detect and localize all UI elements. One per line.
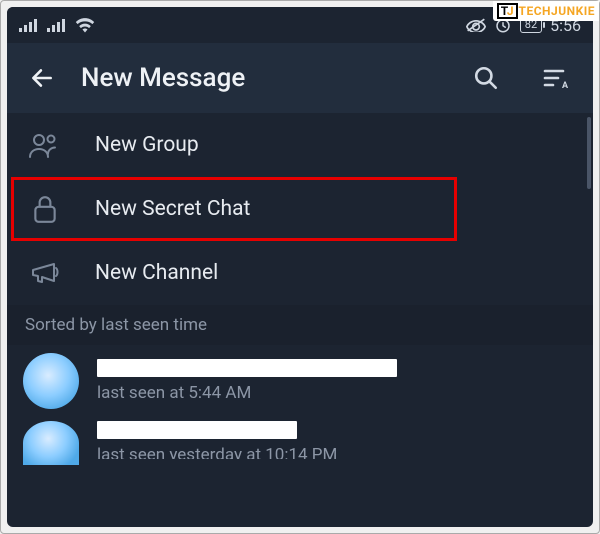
avatar: [23, 421, 79, 465]
toolbar: New Message A: [7, 43, 593, 113]
scrollbar[interactable]: [587, 117, 591, 189]
new-group-row[interactable]: New Group: [7, 113, 593, 177]
new-channel-label: New Channel: [95, 261, 218, 285]
svg-text:A: A: [562, 81, 569, 91]
signal-icon-1: [19, 18, 37, 32]
lock-icon: [25, 194, 65, 224]
new-group-label: New Group: [95, 133, 199, 157]
contact-row-1[interactable]: last seen at 5:44 AM: [7, 345, 593, 417]
search-button[interactable]: [473, 65, 499, 91]
contact-last-seen: last seen at 5:44 AM: [97, 383, 577, 403]
options-list: New Group New Secret Chat New Channel So…: [7, 113, 593, 473]
contact-name-redacted: [97, 421, 297, 439]
contact-row-2[interactable]: last seen yesterday at 10:14 PM: [7, 417, 593, 473]
page-title: New Message: [81, 63, 245, 93]
watermark: TJTECHJUNKIE: [493, 1, 599, 21]
new-secret-chat-label: New Secret Chat: [95, 197, 250, 221]
wifi-icon: [75, 17, 95, 33]
contact-name-redacted: [97, 359, 397, 377]
signal-icon-2: [47, 18, 65, 32]
new-secret-chat-row[interactable]: New Secret Chat: [7, 177, 593, 241]
new-channel-row[interactable]: New Channel: [7, 241, 593, 305]
contact-last-seen: last seen yesterday at 10:14 PM: [97, 445, 577, 459]
group-icon: [25, 132, 65, 158]
eye-icon: [466, 18, 486, 32]
phone-screen: 82 5:56 New Message A New Group: [7, 7, 593, 527]
avatar: [23, 353, 79, 409]
megaphone-icon: [25, 259, 65, 287]
section-header: Sorted by last seen time: [7, 305, 593, 345]
sort-button[interactable]: A: [543, 65, 571, 91]
back-button[interactable]: [29, 65, 55, 91]
